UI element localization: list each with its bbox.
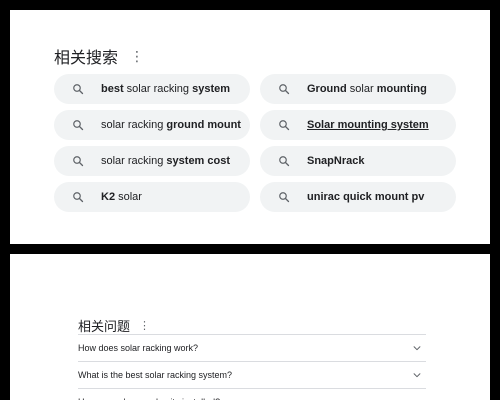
more-vert-icon[interactable]: ⋮ bbox=[139, 319, 150, 332]
related-search-text-part: solar racking bbox=[101, 155, 167, 167]
search-icon bbox=[73, 120, 84, 131]
related-search-label: solar racking ground mount bbox=[101, 119, 241, 131]
related-search-chip[interactable]: solar racking system cost bbox=[54, 146, 250, 176]
related-search-text-part: solar bbox=[115, 191, 142, 203]
related-search-text-part: K2 bbox=[101, 191, 116, 203]
related-questions-title: 相关问题 bbox=[78, 319, 131, 334]
related-question-text: What is the best solar racking system? bbox=[78, 370, 233, 380]
related-search-text-part: system bbox=[192, 83, 231, 95]
search-icon bbox=[279, 156, 290, 167]
related-search-label: unirac quick mount pv bbox=[307, 191, 424, 203]
related-search-label: solar racking system cost bbox=[101, 155, 230, 167]
related-search-chip[interactable]: unirac quick mount pv bbox=[260, 182, 456, 212]
related-search-chip[interactable]: SnapNrack bbox=[260, 146, 456, 176]
related-search-label: Ground solar mounting bbox=[307, 83, 427, 95]
chevron-down-icon bbox=[413, 373, 421, 378]
related-search-text-part: solar racking bbox=[123, 83, 193, 95]
related-searches-header: 相关搜索 ⋮ bbox=[54, 44, 144, 68]
chevron-down-icon bbox=[413, 346, 421, 351]
related-search-text-part: solar bbox=[346, 83, 377, 95]
screenshot-root: 相关搜索 ⋮ best solar racking system Ground s… bbox=[0, 0, 500, 400]
related-question-item[interactable]: What is the best solar racking system? bbox=[78, 361, 426, 388]
related-search-text-part: mounting bbox=[376, 83, 427, 95]
related-search-chip[interactable]: Solar mounting system bbox=[260, 110, 456, 140]
related-search-text-part: best bbox=[101, 83, 124, 95]
related-search-text-part: Ground bbox=[307, 83, 347, 95]
search-icon bbox=[73, 84, 84, 95]
search-icon bbox=[73, 156, 84, 167]
related-search-chip[interactable]: solar racking ground mount bbox=[54, 110, 250, 140]
related-question-item[interactable]: How are solar panel units installed? bbox=[78, 388, 426, 400]
related-search-label: K2 solar bbox=[101, 191, 142, 203]
related-question-text: How does solar racking work? bbox=[78, 343, 199, 353]
search-icon bbox=[279, 120, 290, 131]
related-questions-list: How does solar racking work? What is the … bbox=[78, 334, 426, 400]
related-search-text-part: Solar mounting system bbox=[307, 119, 429, 131]
search-icon bbox=[73, 192, 84, 203]
related-searches-panel: 相关搜索 ⋮ best solar racking system Ground s… bbox=[10, 10, 490, 244]
related-question-item[interactable]: How does solar racking work? bbox=[78, 334, 426, 361]
related-searches-grid: best solar racking system Ground solar mo… bbox=[54, 74, 456, 212]
search-icon bbox=[279, 192, 290, 203]
related-search-text-part: SnapNrack bbox=[307, 155, 365, 167]
more-vert-icon[interactable]: ⋮ bbox=[130, 49, 144, 63]
related-search-chip[interactable]: best solar racking system bbox=[54, 74, 250, 104]
related-search-text-part: system cost bbox=[166, 155, 231, 167]
related-search-text-part: ground mount bbox=[166, 119, 241, 131]
related-questions-header: 相关问题 ⋮ bbox=[78, 316, 150, 335]
search-icon bbox=[279, 84, 290, 95]
related-search-text-part: unirac quick mount pv bbox=[307, 191, 425, 203]
related-questions-panel: 相关问题 ⋮ How does solar racking work? What … bbox=[10, 254, 490, 400]
related-searches-title: 相关搜索 bbox=[54, 50, 119, 67]
related-search-text-part: solar racking bbox=[101, 119, 167, 131]
related-search-label: SnapNrack bbox=[307, 155, 364, 167]
related-search-chip[interactable]: K2 solar bbox=[54, 182, 250, 212]
related-search-label: best solar racking system bbox=[101, 83, 230, 95]
related-search-label: Solar mounting system bbox=[307, 119, 429, 131]
related-search-chip[interactable]: Ground solar mounting bbox=[260, 74, 456, 104]
